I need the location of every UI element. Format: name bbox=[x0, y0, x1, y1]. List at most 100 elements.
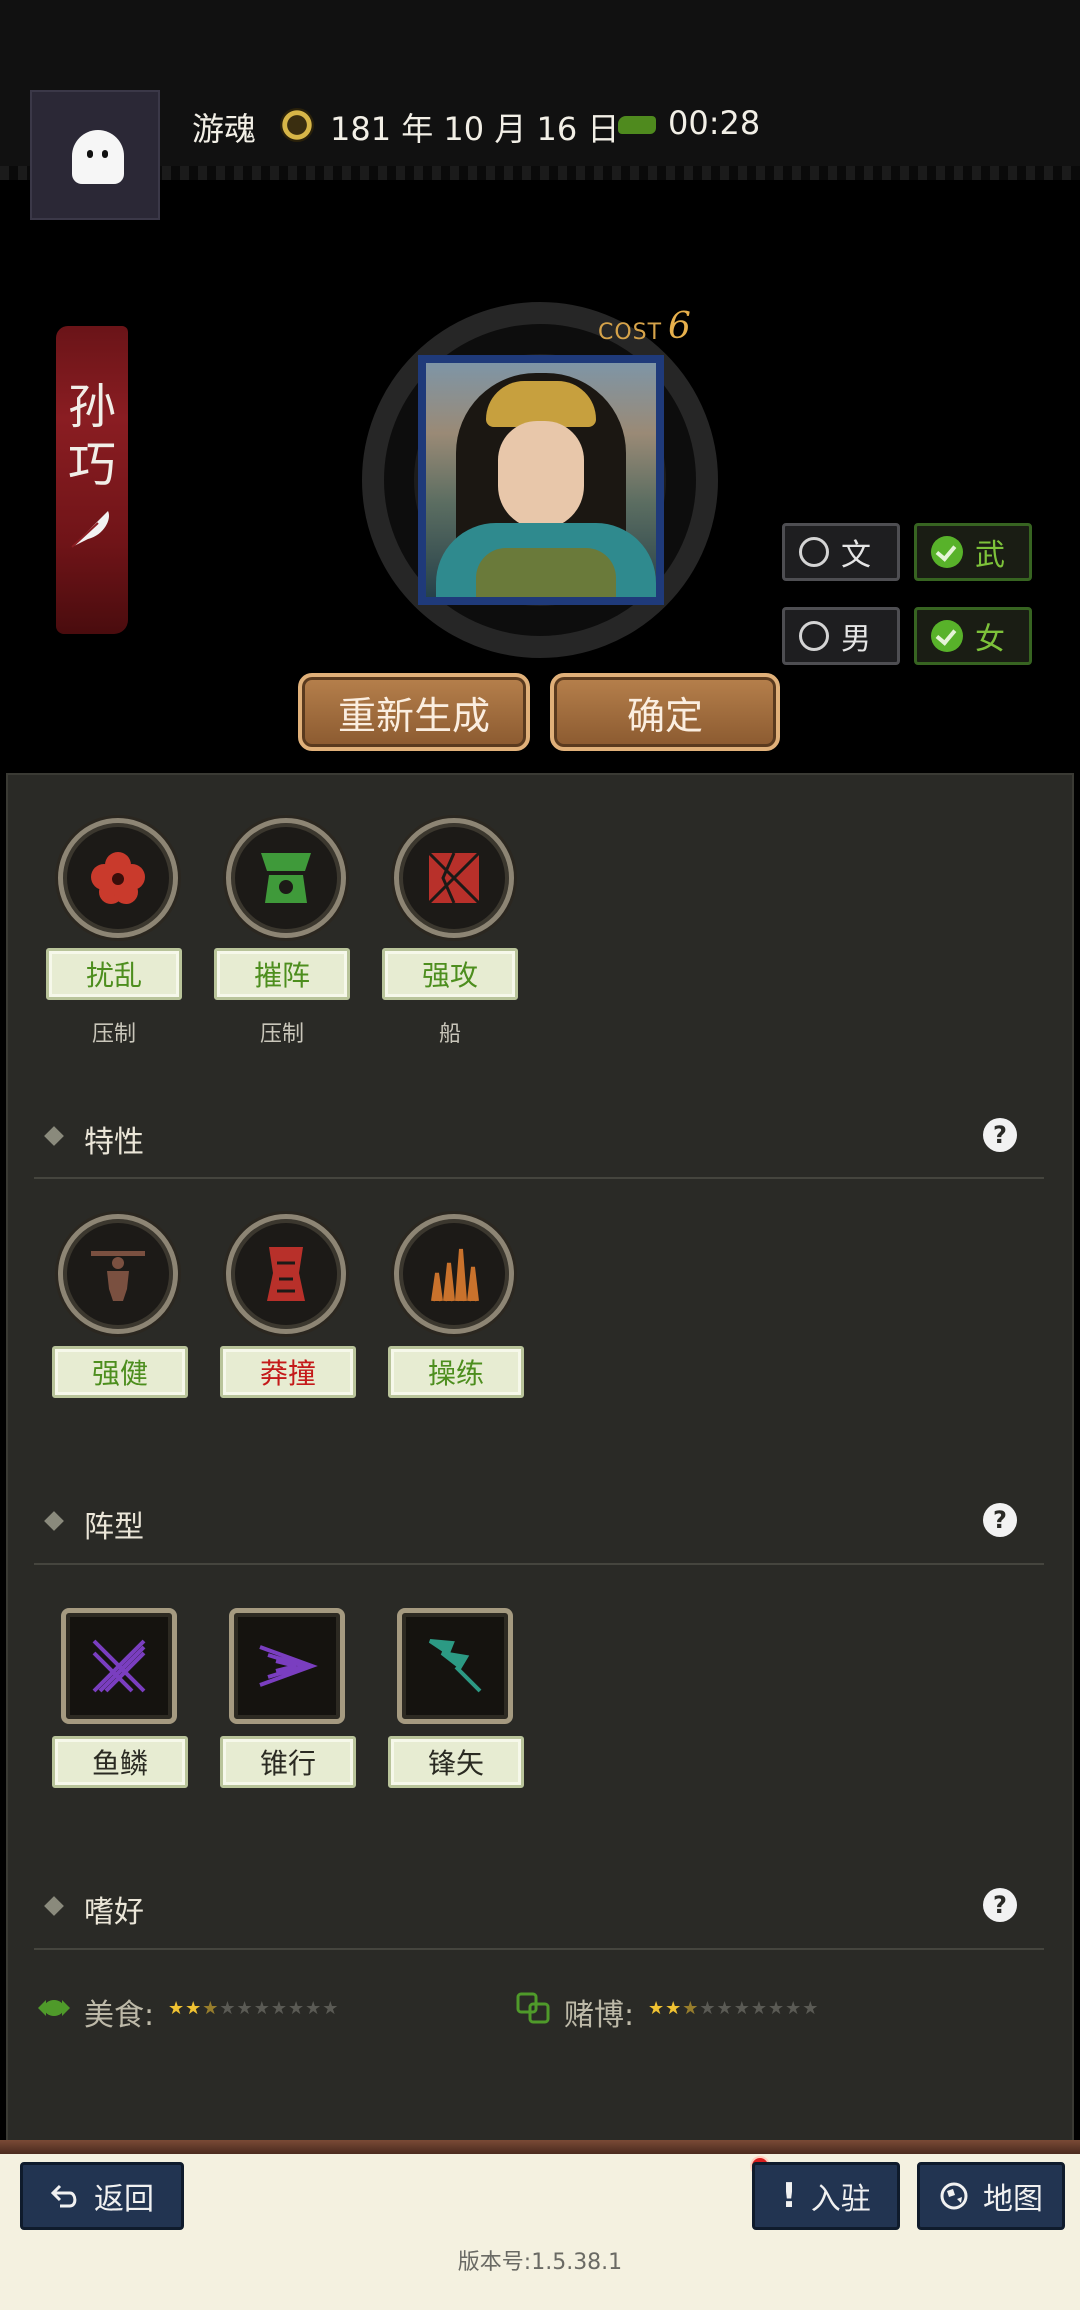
charge-icon bbox=[267, 1247, 305, 1301]
checkmark-icon bbox=[931, 620, 963, 652]
skill-label-text: 强攻 bbox=[421, 959, 478, 992]
skill-label-strong: 强攻 bbox=[382, 948, 518, 1000]
toggle-civil[interactable]: 文 bbox=[782, 523, 900, 581]
skill-strong-attack[interactable] bbox=[394, 818, 514, 938]
station-button[interactable]: ! 入驻 bbox=[752, 2162, 900, 2230]
version-label: 版本号:1.5.38.1 bbox=[457, 2250, 623, 2275]
map-button[interactable]: 地图 bbox=[917, 2162, 1065, 2230]
flower-icon bbox=[91, 852, 145, 904]
toggle-male[interactable]: 男 bbox=[782, 607, 900, 665]
toggle-female[interactable]: 女 bbox=[914, 607, 1032, 665]
character-portrait[interactable] bbox=[418, 355, 664, 605]
hobby-gamble-stars: ★★★★★★★★★★ bbox=[648, 1998, 819, 2019]
character-name: 孙 巧 bbox=[62, 378, 122, 494]
skill-type-label: 压制 bbox=[91, 1022, 136, 1047]
trait-label-text: 莽撞 bbox=[259, 1357, 316, 1390]
star-filled-icon: ★★ bbox=[168, 1998, 203, 2019]
formation-arrowhead[interactable] bbox=[397, 1608, 513, 1724]
hobbies-title: 嗜好 bbox=[84, 1895, 144, 1930]
game-date: 181 年 10 月 16 日 bbox=[330, 110, 620, 148]
map-button-label: 地图 bbox=[983, 2182, 1043, 2217]
formations-help-icon[interactable]: ? bbox=[983, 1503, 1017, 1537]
cracked-square-icon bbox=[427, 851, 481, 905]
formation-label-arrowhead: 锋矢 bbox=[388, 1736, 524, 1788]
hobbies-help-icon[interactable]: ? bbox=[983, 1888, 1017, 1922]
strongman-icon bbox=[91, 1251, 145, 1301]
trait-drill[interactable] bbox=[394, 1214, 514, 1334]
formation-label-fish-scale: 鱼鳞 bbox=[52, 1736, 188, 1788]
star-filled-icon: ★★ bbox=[648, 1998, 683, 2019]
formation-label-text: 锥行 bbox=[259, 1747, 316, 1780]
trait-label-text: 操练 bbox=[427, 1357, 484, 1390]
hobby-gamble-label: 赌博: bbox=[564, 1998, 635, 2033]
formation-label-text: 鱼鳞 bbox=[91, 1747, 148, 1780]
toggle-female-label: 女 bbox=[975, 622, 1005, 657]
formation-fish-scale[interactable] bbox=[61, 1608, 177, 1724]
player-avatar[interactable] bbox=[30, 90, 160, 220]
station-button-label: 入驻 bbox=[810, 2182, 871, 2217]
skill-break-formation[interactable] bbox=[226, 818, 346, 938]
cost-label: COST bbox=[598, 320, 663, 345]
star-empty-icon: ★★★★★★★ bbox=[219, 1998, 340, 2019]
fish-scale-icon bbox=[92, 1639, 146, 1693]
character-name-line1: 孙 bbox=[67, 379, 116, 435]
radio-unchecked-icon bbox=[799, 537, 829, 567]
skill-type-label: 压制 bbox=[259, 1022, 304, 1047]
wedge-icon bbox=[259, 1645, 318, 1687]
feather-icon bbox=[71, 511, 110, 548]
hobby-food-stars: ★★★★★★★★★★ bbox=[168, 1998, 339, 2019]
player-name: 游魂 bbox=[192, 110, 257, 148]
toggle-civil-label: 文 bbox=[841, 538, 871, 573]
star-half-icon: ★ bbox=[682, 1998, 700, 2019]
dice-icon bbox=[516, 1992, 550, 2024]
horse-icon bbox=[618, 116, 656, 134]
traits-title: 特性 bbox=[84, 1125, 144, 1160]
arrow-icon bbox=[428, 1639, 482, 1693]
skill-label-text: 摧阵 bbox=[253, 959, 310, 992]
season-icon bbox=[280, 108, 314, 142]
shatter-icon bbox=[261, 853, 311, 903]
star-empty-icon: ★★★★★★★ bbox=[699, 1998, 820, 2019]
game-time: 00:28 bbox=[668, 104, 761, 142]
candy-icon bbox=[38, 2000, 70, 2016]
skill-label-text: 扰乱 bbox=[85, 959, 142, 992]
trait-label-sturdy: 强健 bbox=[52, 1346, 188, 1398]
section-divider bbox=[34, 1563, 1044, 1565]
star-half-icon: ★ bbox=[202, 1998, 220, 2019]
section-divider bbox=[34, 1948, 1044, 1950]
spears-icon bbox=[431, 1248, 479, 1302]
portrait-face bbox=[498, 421, 584, 529]
formations-title: 阵型 bbox=[84, 1510, 144, 1545]
character-name-line2: 巧 bbox=[67, 437, 116, 493]
radio-unchecked-icon bbox=[799, 621, 829, 651]
bottom-bar-rail bbox=[0, 2140, 1080, 2154]
trait-sturdy[interactable] bbox=[58, 1214, 178, 1334]
top-status-bar bbox=[0, 0, 1080, 180]
portrait-armor bbox=[476, 548, 616, 597]
formation-wedge[interactable] bbox=[229, 1608, 345, 1724]
ghost-icon bbox=[72, 130, 124, 184]
trait-label-text: 强健 bbox=[91, 1357, 148, 1390]
globe-icon bbox=[940, 2182, 968, 2210]
exclamation-icon: ! bbox=[781, 2176, 797, 2216]
formation-label-text: 锋矢 bbox=[427, 1747, 484, 1780]
toggle-military[interactable]: 武 bbox=[914, 523, 1032, 581]
trait-reckless[interactable] bbox=[226, 1214, 346, 1334]
hobby-food-label: 美食: bbox=[84, 1998, 155, 2033]
formation-label-wedge: 锥行 bbox=[220, 1736, 356, 1788]
skill-label-break: 摧阵 bbox=[214, 948, 350, 1000]
skill-type-label: 船 bbox=[438, 1022, 461, 1047]
trait-label-drill: 操练 bbox=[388, 1346, 524, 1398]
checkmark-icon bbox=[931, 536, 963, 568]
confirm-button[interactable]: 确定 bbox=[550, 673, 780, 751]
regenerate-button[interactable]: 重新生成 bbox=[298, 673, 530, 751]
traits-help-icon[interactable]: ? bbox=[983, 1118, 1017, 1152]
back-button-label: 返回 bbox=[94, 2182, 154, 2217]
section-divider bbox=[34, 1177, 1044, 1179]
trait-label-reckless: 莽撞 bbox=[220, 1346, 356, 1398]
return-arrow-icon bbox=[50, 2184, 77, 2208]
toggle-male-label: 男 bbox=[841, 622, 871, 657]
skill-disrupt[interactable] bbox=[58, 818, 178, 938]
back-button[interactable]: 返回 bbox=[20, 2162, 184, 2230]
toggle-military-label: 武 bbox=[975, 538, 1005, 573]
